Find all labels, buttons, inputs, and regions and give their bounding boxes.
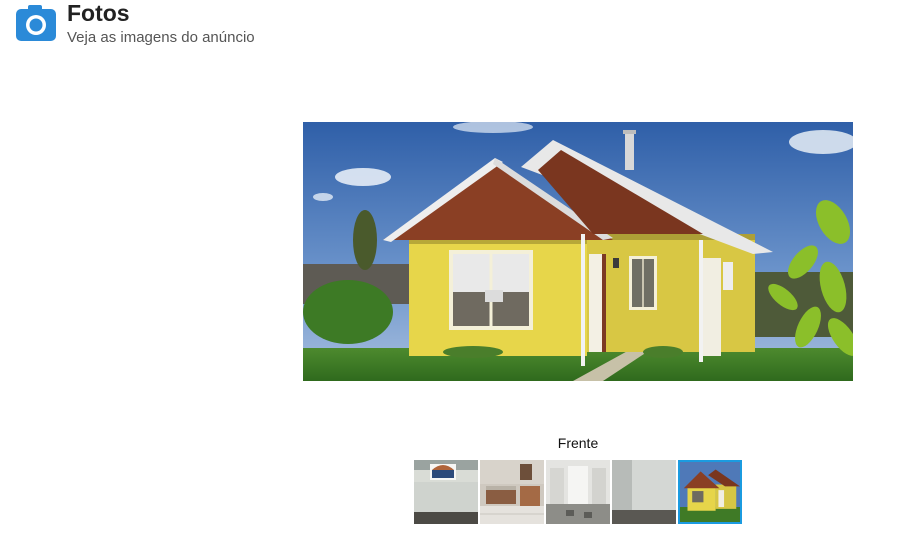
thumbnail-house-front[interactable] [678, 460, 742, 524]
page-subtitle: Veja as imagens do anúncio [67, 29, 255, 46]
thumbnail-kitchen[interactable] [480, 460, 544, 524]
photo-caption: Frente [557, 435, 599, 451]
header-text: Fotos Veja as imagens do anúncio [67, 0, 255, 48]
thumbnail-hallway[interactable] [546, 460, 610, 524]
section-header: Fotos Veja as imagens do anúncio [16, 0, 255, 48]
camera-icon [16, 5, 56, 41]
page-title: Fotos [67, 0, 130, 26]
thumbnail-interior-window[interactable] [414, 460, 478, 524]
thumbnail-strip [414, 460, 742, 524]
main-photo[interactable] [303, 122, 853, 381]
thumbnail-empty-room[interactable] [612, 460, 676, 524]
